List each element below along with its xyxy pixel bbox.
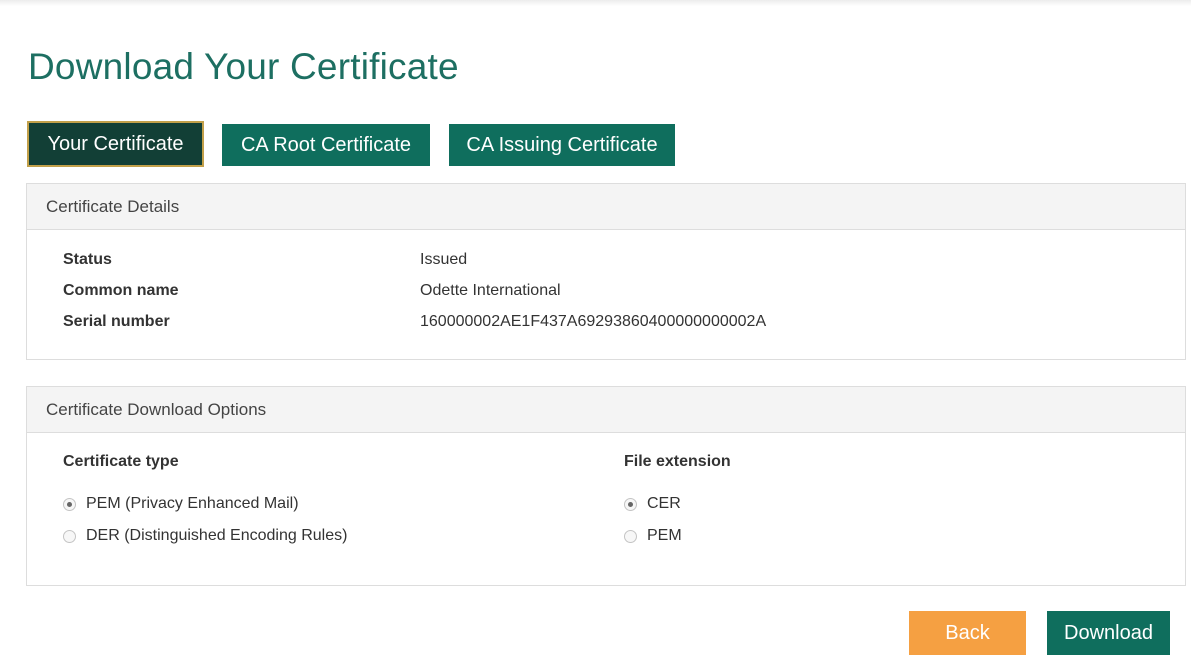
back-button[interactable]: Back	[909, 611, 1026, 655]
file-extension-title: File extension	[624, 453, 731, 470]
detail-row-serial-number: Serial number 160000002AE1F437A692938604…	[63, 311, 766, 333]
radio-unchecked-icon[interactable]	[63, 529, 76, 543]
tab-ca-root-certificate[interactable]: CA Root Certificate	[222, 124, 430, 166]
download-certificate-page: Download Your Certificate Your Certifica…	[0, 0, 1191, 657]
radio-label: DER (Distinguished Encoding Rules)	[86, 527, 348, 544]
certificate-tabs: Your Certificate CA Root Certificate CA …	[27, 121, 675, 167]
radio-der-distinguished-encoding-rules[interactable]: DER (Distinguished Encoding Rules)	[63, 527, 347, 545]
download-options-heading: Certificate Download Options	[27, 387, 1185, 433]
tab-your-certificate[interactable]: Your Certificate	[27, 121, 204, 167]
certificate-type-title: Certificate type	[63, 453, 179, 470]
top-bar-shadow	[0, 0, 1191, 6]
certificate-details-panel: Certificate Details Status Issued Common…	[26, 183, 1186, 360]
radio-extension-cer[interactable]: CER	[624, 495, 681, 513]
radio-pem-privacy-enhanced-mail[interactable]: PEM (Privacy Enhanced Mail)	[63, 495, 299, 513]
radio-label: PEM (Privacy Enhanced Mail)	[86, 495, 299, 512]
detail-label: Serial number	[63, 313, 170, 330]
detail-row-status: Status Issued	[63, 249, 467, 271]
radio-label: CER	[647, 495, 681, 512]
radio-extension-pem[interactable]: PEM	[624, 527, 682, 545]
certificate-download-options-panel: Certificate Download Options Certificate…	[26, 386, 1186, 586]
detail-value: Odette International	[420, 282, 561, 299]
detail-value: Issued	[420, 251, 468, 268]
radio-checked-icon[interactable]	[624, 497, 637, 511]
certificate-details-heading: Certificate Details	[27, 184, 1185, 230]
tab-ca-issuing-certificate[interactable]: CA Issuing Certificate	[449, 124, 675, 166]
detail-label: Status	[63, 251, 112, 268]
download-button[interactable]: Download	[1047, 611, 1170, 655]
detail-label: Common name	[63, 282, 179, 299]
detail-row-common-name: Common name Odette International	[63, 280, 561, 302]
radio-label: PEM	[647, 527, 682, 544]
radio-checked-icon[interactable]	[63, 497, 76, 511]
page-title: Download Your Certificate	[28, 46, 459, 87]
radio-unchecked-icon[interactable]	[624, 529, 637, 543]
detail-value: 160000002AE1F437A69293860400000000002A	[420, 313, 767, 330]
